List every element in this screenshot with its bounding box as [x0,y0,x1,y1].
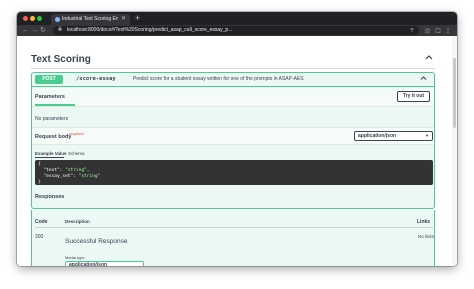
browser-toolbar: ← → ↻ localhost:8000/docs#/Text%20Scorin… [17,25,457,36]
url-text: localhost:8000/docs#/Text%20Scoring/pred… [67,27,233,33]
code-key: "essay_set": [38,174,79,179]
code-value: "string" [78,174,101,179]
no-parameters-text: No parameters [35,116,69,122]
tab-title: Industrial Text Scoring Engine [62,16,118,22]
content-type-select[interactable]: application/json ▼ [354,131,433,141]
tab-strip: Industrial Text Scoring Engine ✕ + [17,12,457,25]
forward-arrow-icon[interactable]: → [31,25,38,36]
media-type-label: Media type [65,255,85,260]
column-header-description: Description [65,219,90,224]
responses-label: Responses [35,194,65,200]
scrollbar-thumb[interactable] [453,58,456,128]
response-description: Successful Response [65,238,128,245]
back-arrow-icon[interactable]: ← [22,25,29,36]
column-header-links: Links [417,219,431,225]
select-arrow-icon: ▼ [425,133,429,138]
tab-close-icon[interactable]: ✕ [121,15,126,24]
code-line: { [38,162,41,167]
reload-icon[interactable]: ↻ [40,25,46,36]
close-window-button[interactable] [23,16,28,21]
code-key: "text": [38,168,66,173]
response-code: 200 [35,234,44,240]
active-tab-underline [35,157,64,158]
endpoint-description: Predict score for a student essay writte… [133,76,304,82]
tab-example-value[interactable]: Example Value [35,151,67,156]
favicon-icon [55,17,60,22]
operation-summary[interactable]: POST /score-essay Predict score for a st… [32,73,434,87]
request-body-header: Request body required application/json ▼ [32,127,434,145]
new-tab-button[interactable]: + [135,12,140,25]
content-type-value: application/json [358,133,397,139]
address-bar[interactable]: localhost:8000/docs#/Text%20Scoring/pred… [53,26,419,35]
swagger-page: Text Scoring POST /score-essay Predict s… [17,36,457,266]
http-method-badge: POST [35,75,63,84]
browser-window: Industrial Text Scoring Engine ✕ + ← → ↻… [17,12,457,266]
operation-block: POST /score-essay Predict score for a st… [31,72,435,209]
responses-table: Code Description Links 200 Successful Re… [31,210,435,266]
tab-schema[interactable]: Schema [68,151,85,156]
scrollbar-track[interactable] [452,36,457,266]
required-marker: required [69,131,84,136]
response-links: No links [418,234,435,239]
section-divider [31,68,435,69]
code-value: "string", [65,168,90,173]
media-type-select[interactable]: application/json [65,261,144,266]
code-line: } [38,180,41,185]
parameters-tab-underline [35,104,75,106]
column-header-code: Code [35,219,48,225]
table-header-divider [35,227,433,228]
parameters-label: Parameters [35,94,65,100]
try-it-out-button[interactable]: Try it out [397,91,430,102]
request-body-label: Request body [35,134,72,140]
operation-chevron-icon[interactable] [420,75,427,83]
example-code-block: { "text": "string", "essay_set": "string… [35,160,433,185]
section-title[interactable]: Text Scoring [31,54,91,65]
site-info-icon[interactable] [58,26,62,35]
collapse-chevron-icon[interactable] [425,52,433,62]
endpoint-path: /score-essay [76,76,116,82]
parameters-header: Parameters Try it out [32,88,434,107]
browser-tab-active[interactable]: Industrial Text Scoring Engine ✕ [51,14,130,25]
minimize-window-button[interactable] [30,16,35,21]
maximize-window-button[interactable] [37,16,42,21]
